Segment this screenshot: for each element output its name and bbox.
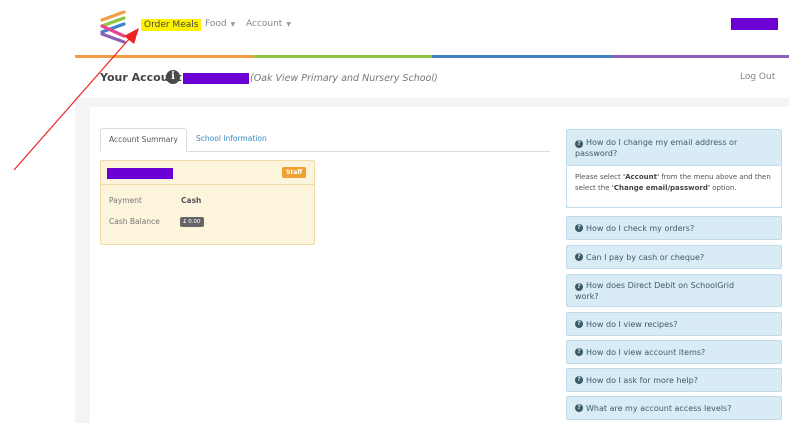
nav-order-meals[interactable]: Order Meals — [141, 19, 202, 31]
nav-food-menu[interactable]: Food ▼ — [205, 19, 235, 29]
logout-link[interactable]: Log Out — [740, 72, 775, 82]
card-header: Staff — [101, 161, 314, 185]
account-summary-card: Staff Payment Cash Cash Balance £ 0.00 — [100, 160, 315, 245]
question-circle-icon: ? — [575, 404, 583, 412]
chevron-down-icon: ▼ — [230, 20, 236, 28]
question-circle-icon: ? — [575, 253, 583, 261]
faq-item-view-recipes[interactable]: ? How do I view recipes? — [566, 312, 782, 336]
redacted-card-name — [107, 168, 173, 179]
faq-answer-text-post: option. — [710, 184, 737, 192]
faq-answer-text: Please select — [575, 173, 623, 181]
cash-balance-label: Cash Balance — [109, 217, 160, 226]
faq-item-direct-debit[interactable]: ? How does Direct Debit on SchoolGrid wor… — [566, 274, 782, 307]
faq-question-text: How do I check my orders? — [586, 223, 695, 233]
payment-label: Payment — [109, 196, 142, 205]
info-icon[interactable]: i — [166, 70, 180, 84]
redacted-account-name — [183, 73, 249, 84]
faq-question-text: How do I view account items? — [586, 347, 706, 357]
faq-question-text: How do I ask for more help? — [586, 375, 699, 385]
faq-answer-account: 'Account' — [622, 173, 660, 181]
nav-account-label: Account — [246, 19, 283, 29]
question-circle-icon: ? — [575, 320, 583, 328]
tab-account-summary[interactable]: Account Summary — [100, 128, 187, 152]
faq-question-text-line2: password? — [575, 148, 618, 158]
faq-item-change-email[interactable]: ? How do I change my email address or pas… — [566, 129, 782, 166]
faq-question: ? How does Direct Debit on SchoolGrid wor… — [575, 280, 734, 302]
question-circle-icon: ? — [575, 282, 583, 291]
school-name: (Oak View Primary and Nursery School) — [250, 73, 438, 84]
question-circle-icon: ? — [575, 376, 583, 384]
staff-badge: Staff — [282, 167, 307, 178]
chevron-down-icon: ▼ — [286, 20, 291, 28]
question-circle-icon: ? — [575, 348, 583, 356]
tab-school-information[interactable]: School Information — [188, 128, 275, 152]
faq-question-text: How do I view recipes? — [586, 319, 678, 329]
nav-account-menu[interactable]: Account ▼ — [246, 19, 291, 29]
faq-question-text: How do I change my email address or — [586, 137, 738, 147]
question-circle-icon: ? — [575, 224, 583, 232]
question-circle-icon: ? — [575, 139, 583, 148]
faq-answer-change: 'Change email/password' — [611, 184, 710, 192]
faq-question-text-line2: work? — [575, 291, 599, 301]
faq-item-pay-cash[interactable]: ? Can I pay by cash or cheque? — [566, 245, 782, 269]
faq-item-check-orders[interactable]: ? How do I check my orders? — [566, 216, 782, 240]
nav-order-meals-label: Order Meals — [144, 20, 199, 30]
nav-food-label: Food — [205, 19, 227, 29]
faq-question: ? How do I change my email address or pas… — [575, 137, 737, 159]
faq-answer-change-email: Please select 'Account' from the menu ab… — [566, 166, 782, 208]
faq-question-text: How does Direct Debit on SchoolGrid — [586, 280, 735, 290]
account-tabs: Account Summary School Information — [100, 128, 550, 152]
schoolgrid-logo-icon[interactable] — [98, 8, 130, 48]
faq-item-more-help[interactable]: ? How do I ask for more help? — [566, 368, 782, 392]
faq-item-account-items[interactable]: ? How do I view account items? — [566, 340, 782, 364]
redacted-user-name[interactable] — [731, 18, 778, 30]
payment-value: Cash — [181, 196, 202, 205]
faq-question-text: Can I pay by cash or cheque? — [586, 252, 705, 262]
cash-balance-value: £ 0.00 — [180, 217, 204, 227]
faq-item-access-levels[interactable]: ? What are my account access levels? — [566, 396, 782, 420]
faq-question-text: What are my account access levels? — [586, 403, 732, 413]
